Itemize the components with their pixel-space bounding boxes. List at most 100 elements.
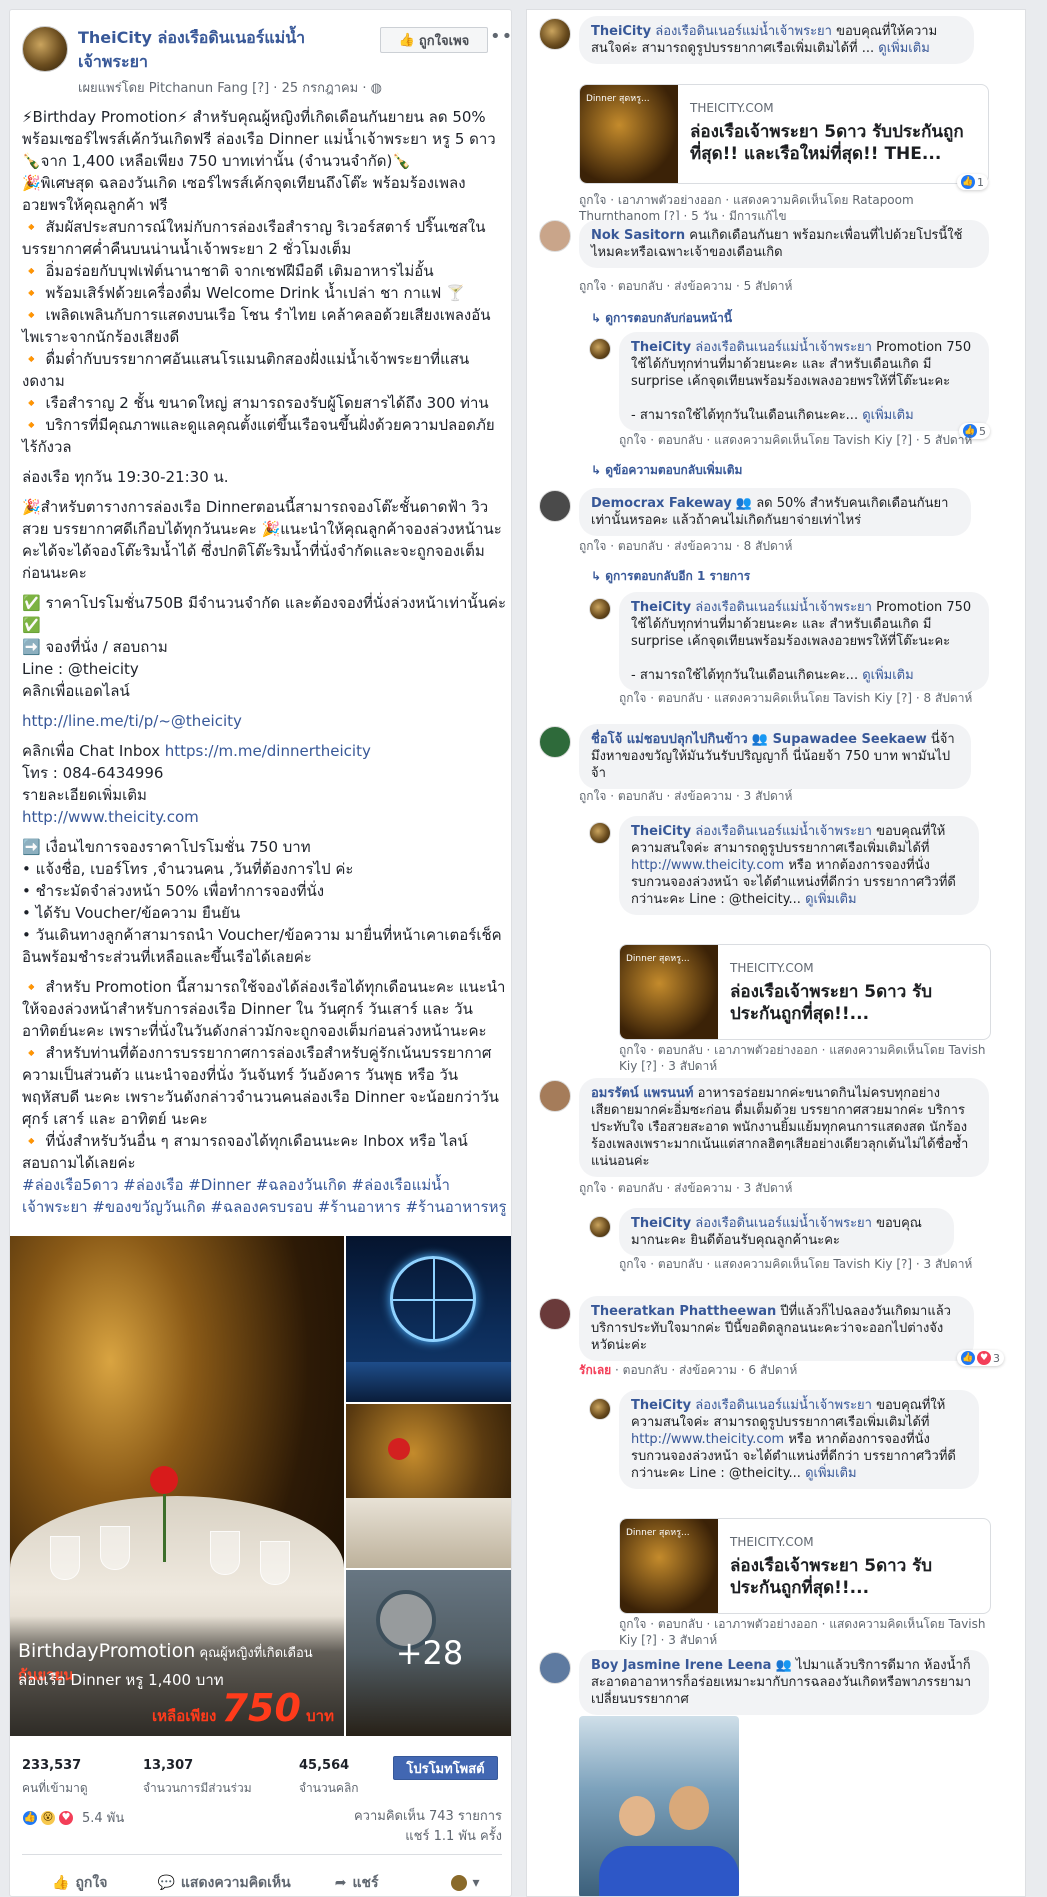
see-more-link[interactable]: ดูเพิ่มเติม xyxy=(862,408,913,423)
see-more-link[interactable]: ดูเพิ่มเติม xyxy=(862,668,913,683)
commenter-name-suffix[interactable]: ล่องเรือดินเนอร์แม่น้ำเจ้าพระยา xyxy=(691,1216,872,1231)
group-icon: 👥 xyxy=(731,496,753,511)
commenter-name-suffix[interactable]: ล่องเรือดินเนอร์แม่น้ำเจ้าพระยา xyxy=(691,824,872,839)
reply-meta[interactable]: ถูกใจ · ตอบกลับ · แสดงความคิดเห็นโดย Tav… xyxy=(619,1256,979,1272)
comment-reactions[interactable]: 👍 ♥ 3 xyxy=(957,1350,1004,1366)
commenter-name[interactable]: Nok Sasitorn xyxy=(591,228,685,243)
photo-ferris-wheel[interactable] xyxy=(346,1236,511,1402)
main-photo[interactable]: BirthdayPromotion คุณผู้หญิงที่เกิดเดือน… xyxy=(10,1236,344,1736)
line-link[interactable]: http://line.me/ti/p/~@theicity xyxy=(22,712,242,730)
thumbs-up-icon: 👍 xyxy=(52,1875,70,1891)
post-paragraph: ⚡Birthday Promotion⚡ สำหรับคุณผู้หญิงที่… xyxy=(22,108,496,170)
commenter-name-suffix[interactable]: ล่องเรือดินเนอร์แม่น้ำเจ้าพระยา xyxy=(691,1398,872,1413)
website-link[interactable]: http://www.theicity.com xyxy=(631,858,784,873)
reply-meta[interactable]: ถูกใจ · ตอบกลับ · แสดงความคิดเห็นโดย Tav… xyxy=(619,432,972,448)
link-preview-card[interactable]: Dinner สุดหรู... THEICITY.COM ล่องเรือเจ… xyxy=(619,944,991,1040)
commenter-avatar[interactable] xyxy=(539,1080,571,1112)
commenter-name[interactable]: TheiCity xyxy=(631,340,691,355)
website-link[interactable]: http://www.theicity.com xyxy=(22,808,199,826)
commenter-avatar[interactable] xyxy=(539,490,571,522)
commenter-avatar[interactable] xyxy=(539,18,571,50)
like-page-button[interactable]: 👍 ถูกใจเพจ xyxy=(380,27,488,53)
promote-post-button[interactable]: โปรโมทโพสต์ xyxy=(393,1756,498,1780)
commenter-name-suffix[interactable]: ล่องเรือดินเนอร์แม่น้ำเจ้าพระยา xyxy=(651,24,832,39)
page-name[interactable]: TheiCity ล่องเรือดินเนอร์แม่น้ำเจ้าพระยา xyxy=(78,26,308,74)
commenter-name-suffix[interactable]: ล่องเรือดินเนอร์แม่น้ำเจ้าพระยา xyxy=(691,340,872,355)
replier-avatar[interactable] xyxy=(589,338,611,360)
reply-meta[interactable]: ถูกใจ · ตอบกลับ · แสดงความคิดเห็นโดย Tav… xyxy=(619,690,972,706)
comment-meta[interactable]: รักเลย · ตอบกลับ · ส่งข้อความ · 6 สัปดาห… xyxy=(579,1362,797,1378)
reply-text-2: - สามารถใช้ได้ทุกวันในเดือนเกิดนะคะ... xyxy=(631,408,863,423)
reaction-count[interactable]: 5.4 พัน xyxy=(82,1807,124,1828)
commenter-avatar[interactable] xyxy=(539,1298,571,1330)
reply-meta[interactable]: ถูกใจ · ตอบกลับ · เอาภาพตัวอย่างออก · แส… xyxy=(619,1042,989,1074)
commenter-avatar[interactable] xyxy=(539,220,571,252)
love-reacted-label[interactable]: รักเลย xyxy=(579,1363,611,1377)
comment-reactions[interactable]: 👍 1 xyxy=(957,174,988,190)
photo-dining-table[interactable] xyxy=(346,1404,511,1568)
commenter-name[interactable]: Theeratkan Phattheewan xyxy=(591,1304,776,1319)
website-link[interactable]: http://www.theicity.com xyxy=(631,1432,784,1447)
post-line-cta: คลิกเพื่อแอดไลน์ xyxy=(22,682,130,700)
comment-bubble: Theeratkan Phattheewan ปีที่แล้วก็ไปฉลอง… xyxy=(579,1296,974,1361)
stat-value: 45,564 xyxy=(299,1758,350,1773)
comment-photo[interactable] xyxy=(579,1716,739,1896)
replier-avatar[interactable] xyxy=(589,1398,611,1420)
tagged-friend[interactable]: Supawadee Seekaew xyxy=(768,732,927,747)
reaction-icons[interactable]: 👍 😮 ♥ 5.4 พัน xyxy=(22,1807,124,1828)
commenter-name[interactable]: อมรรัตน์ แพรนนท์ xyxy=(591,1086,693,1101)
link-preview-card[interactable]: Dinner สุดหรู... THEICITY.COM ล่องเรือเจ… xyxy=(579,84,989,184)
page-avatar-small xyxy=(450,1875,467,1891)
commenter-avatar[interactable] xyxy=(539,1652,571,1684)
commenter-name-suffix[interactable]: ล่องเรือดินเนอร์แม่น้ำเจ้าพระยา xyxy=(691,600,872,615)
link-preview-card[interactable]: Dinner สุดหรู... THEICITY.COM ล่องเรือเจ… xyxy=(619,1518,991,1614)
shares-count[interactable]: แชร์ 1.1 พัน ครั้ง xyxy=(354,1827,502,1847)
page-avatar[interactable] xyxy=(22,26,68,72)
commenter-name[interactable]: TheiCity xyxy=(631,1398,691,1413)
see-more-link[interactable]: ดูเพิ่มเติม xyxy=(878,41,929,56)
replier-avatar[interactable] xyxy=(589,822,611,844)
replier-avatar[interactable] xyxy=(589,1216,611,1238)
stat-value: 233,537 xyxy=(22,1758,82,1773)
comments-count[interactable]: ความคิดเห็น 743 รายการ xyxy=(354,1807,502,1827)
rose-icon xyxy=(150,1466,178,1494)
commenter-name[interactable]: TheiCity xyxy=(631,1216,691,1231)
commenter-name[interactable]: ชื่อโจ้ แม่ชอบปลุกไปกินข้าว xyxy=(591,732,748,747)
see-more-link[interactable]: ดูเพิ่มเติม xyxy=(805,892,856,907)
like-reaction-icon: 👍 xyxy=(961,1351,975,1365)
photo-more[interactable]: +28 xyxy=(346,1570,511,1736)
post-bullet: • วันเดินทางลูกค้าสามารถนำ Voucher/ข้อคว… xyxy=(22,926,502,966)
comment-meta[interactable]: ถูกใจ · ตอบกลับ · ส่งข้อความ · 5 สัปดาห์ xyxy=(579,278,792,294)
view-more-replies[interactable]: ↳ ดูการตอบกลับอีก 1 รายการ xyxy=(591,567,750,586)
see-more-link[interactable]: ดูเพิ่มเติม xyxy=(805,1466,856,1481)
promo-title: BirthdayPromotion xyxy=(18,1640,196,1662)
comment-button[interactable]: 💬 แสดงความคิดเห็น xyxy=(157,1872,290,1894)
view-previous-replies[interactable]: ↳ ดูการตอบกลับก่อนหน้านี้ xyxy=(591,309,732,328)
wow-reaction-icon: 😮 xyxy=(40,1809,56,1826)
comment-bubble: ชื่อโจ้ แม่ชอบปลุกไปกินข้าว 👥 Supawadee … xyxy=(579,724,971,789)
post-paragraph: ➡️ จองที่นั่ง / สอบถาม xyxy=(22,638,168,656)
commenter-avatar[interactable] xyxy=(539,726,571,758)
share-icon: ➦ xyxy=(334,1875,347,1891)
commenter-name[interactable]: TheiCity xyxy=(591,24,651,39)
replier-avatar[interactable] xyxy=(589,598,611,620)
reply-bubble: TheiCity ล่องเรือดินเนอร์แม่น้ำเจ้าพระยา… xyxy=(619,332,989,431)
like-page-label: ถูกใจเพจ xyxy=(418,33,470,49)
commenter-name[interactable]: TheiCity xyxy=(631,600,691,615)
comment-meta[interactable]: ถูกใจ · ตอบกลับ · ส่งข้อความ · 3 สัปดาห์ xyxy=(579,1180,792,1196)
reply-meta[interactable]: ถูกใจ · ตอบกลับ · เอาภาพตัวอย่างออก · แส… xyxy=(619,1616,989,1648)
ferris-wheel-icon xyxy=(390,1256,476,1342)
commenter-name[interactable]: Democrax Fakeway xyxy=(591,496,732,511)
messenger-link[interactable]: https://m.me/dinnertheicity xyxy=(165,742,371,760)
link-domain: THEICITY.COM xyxy=(690,101,774,115)
like-button[interactable]: 👍 ถูกใจ xyxy=(52,1872,107,1894)
more-options-icon[interactable]: ••• xyxy=(490,26,511,47)
view-more-replies[interactable]: ↳ ดูข้อความตอบกลับเพิ่มเติม xyxy=(591,461,742,480)
commenter-name[interactable]: Boy Jasmine Irene Leena xyxy=(591,1658,771,1673)
comment-meta[interactable]: ถูกใจ · ตอบกลับ · ส่งข้อความ · 3 สัปดาห์ xyxy=(579,788,792,804)
comment-meta[interactable]: ถูกใจ · ตอบกลับ · ส่งข้อความ · 8 สัปดาห์ xyxy=(579,538,792,554)
commenter-name[interactable]: TheiCity xyxy=(631,824,691,839)
share-button[interactable]: ➦ แชร์ xyxy=(335,1872,379,1894)
post-hashtags[interactable]: #ล่องเรือ5ดาว #ล่องเรือ #Dinner #ฉลองวัน… xyxy=(22,1174,507,1218)
post-as-selector[interactable]: ▾ xyxy=(450,1875,480,1891)
